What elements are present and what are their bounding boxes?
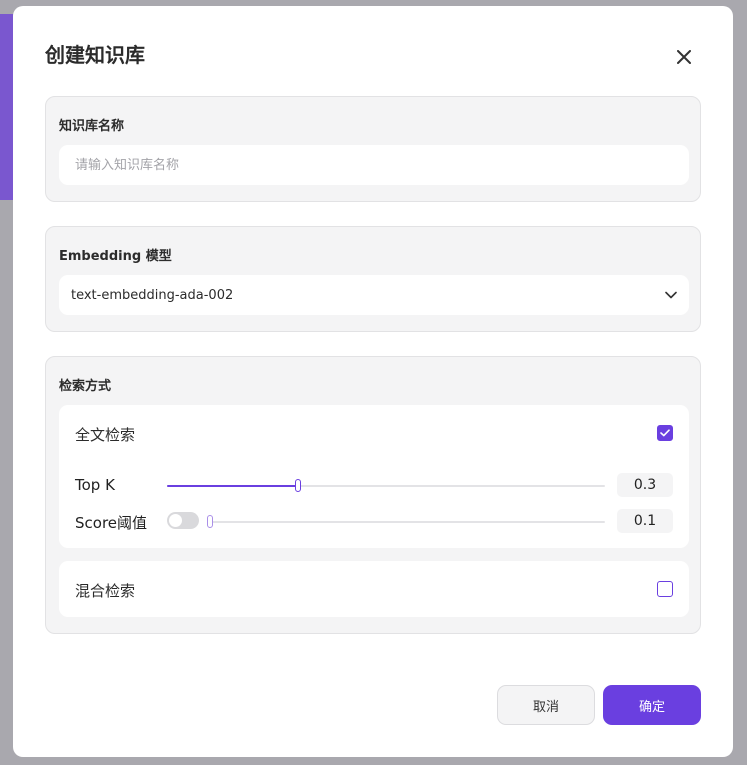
top-k-slider-fill [167, 485, 299, 487]
fulltext-search-label: 全文检索 [75, 426, 136, 444]
fulltext-search-card: 全文检索 Top K 0.3 Score阈值 0.1 [59, 405, 689, 548]
embedding-selected-value: text-embedding-ada-002 [71, 287, 234, 303]
retrieval-section: 检索方式 全文检索 Top K 0.3 Score阈值 0.1 混合检索 [45, 356, 701, 634]
top-k-slider-handle[interactable] [295, 479, 302, 492]
close-button[interactable] [671, 44, 697, 70]
chevron-down-icon [665, 291, 677, 299]
hybrid-search-card: 混合检索 [59, 561, 689, 617]
cancel-button[interactable]: 取消 [497, 685, 595, 725]
score-threshold-slider[interactable] [207, 515, 605, 528]
embedding-section: Embedding 模型 text-embedding-ada-002 [45, 226, 701, 332]
confirm-button[interactable]: 确定 [603, 685, 701, 725]
retrieval-label: 检索方式 [59, 379, 112, 394]
embedding-label: Embedding 模型 [59, 249, 172, 264]
embedding-model-select[interactable]: text-embedding-ada-002 [59, 275, 689, 315]
top-k-value[interactable]: 0.3 [617, 473, 673, 497]
background-panel-accent [0, 14, 13, 200]
hybrid-search-checkbox[interactable] [657, 581, 673, 597]
score-threshold-toggle[interactable] [167, 512, 199, 529]
top-k-label: Top K [75, 476, 115, 494]
hybrid-search-label: 混合检索 [75, 582, 136, 600]
toggle-knob [169, 514, 182, 527]
close-icon [677, 50, 691, 64]
fulltext-search-checkbox[interactable] [657, 425, 673, 441]
kb-name-section: 知识库名称 [45, 96, 701, 202]
score-threshold-slider-handle[interactable] [207, 515, 213, 528]
score-threshold-label: Score阈值 [75, 514, 148, 532]
top-k-slider[interactable] [167, 479, 605, 492]
kb-name-input[interactable] [59, 145, 689, 185]
dialog-title: 创建知识库 [45, 43, 145, 67]
check-icon [660, 429, 670, 437]
kb-name-label: 知识库名称 [59, 119, 125, 134]
score-threshold-value[interactable]: 0.1 [617, 509, 673, 533]
create-knowledge-base-dialog: 创建知识库 知识库名称 Embedding 模型 text-embedding-… [13, 6, 733, 757]
